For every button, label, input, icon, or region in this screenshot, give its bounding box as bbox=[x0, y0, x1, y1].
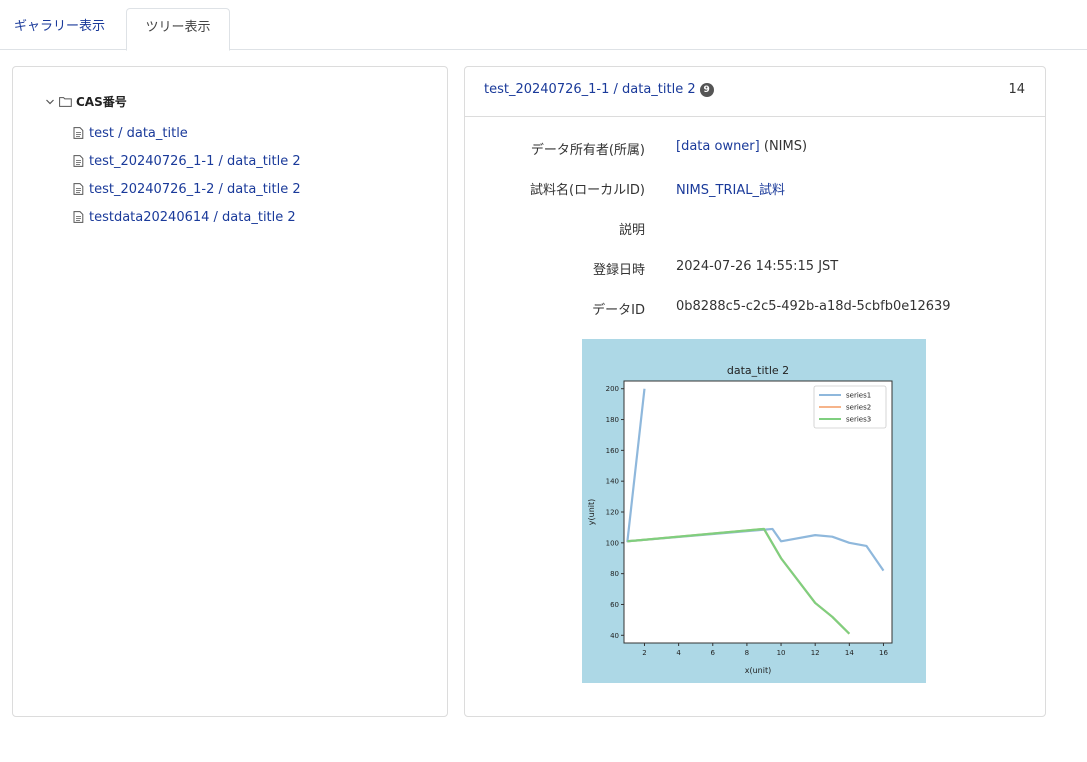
x-tick-label: 12 bbox=[811, 649, 820, 657]
owner-value: [data owner] (NIMS) bbox=[676, 139, 807, 154]
chart-title: data_title 2 bbox=[727, 364, 789, 377]
document-icon bbox=[73, 211, 84, 223]
dataid-label: データID bbox=[592, 303, 645, 318]
description-label: 説明 bbox=[618, 223, 645, 238]
x-tick-label: 6 bbox=[711, 649, 716, 657]
legend-label: series1 bbox=[846, 392, 871, 400]
tree-item-label: test_20240726_1-2 / data_title 2 bbox=[89, 181, 301, 197]
registered-value: 2024-07-26 14:55:15 JST bbox=[676, 259, 839, 274]
tree-item[interactable]: test / data_title bbox=[73, 119, 301, 147]
detail-panel: test_20240726_1-1 / data_title 2 9 14 デー… bbox=[464, 66, 1046, 717]
x-tick-label: 16 bbox=[879, 649, 888, 657]
y-tick-label: 120 bbox=[606, 509, 619, 517]
x-tick-label: 2 bbox=[642, 649, 646, 657]
tree-item-label: testdata20240614 / data_title 2 bbox=[89, 209, 296, 225]
x-tick-label: 4 bbox=[676, 649, 681, 657]
y-tick-label: 40 bbox=[610, 632, 619, 640]
sample-link[interactable]: NIMS_TRIAL_試料 bbox=[676, 183, 785, 198]
document-icon bbox=[73, 127, 84, 139]
folder-icon bbox=[59, 96, 72, 107]
x-tick-label: 10 bbox=[777, 649, 786, 657]
y-tick-label: 140 bbox=[606, 478, 619, 486]
tree-item[interactable]: test_20240726_1-1 / data_title 2 bbox=[73, 147, 301, 175]
tree-item[interactable]: testdata20240614 / data_title 2 bbox=[73, 203, 301, 231]
x-tick-label: 14 bbox=[845, 649, 854, 657]
legend-label: series2 bbox=[846, 404, 871, 412]
count-badge: 9 bbox=[699, 82, 714, 97]
document-icon bbox=[73, 155, 84, 167]
line-chart: data_title 2 x(unit) y(unit) 2 4 6 8 10 12 14 1… bbox=[587, 364, 893, 675]
description-row: 説明 bbox=[465, 219, 1045, 239]
detail-title-link[interactable]: test_20240726_1-1 / data_title 2 9 bbox=[484, 82, 714, 97]
owner-link[interactable]: [data owner] bbox=[676, 139, 760, 154]
tree-root-label: CAS番号 bbox=[76, 95, 127, 109]
x-tick-label: 8 bbox=[745, 649, 749, 657]
chevron-down-icon[interactable] bbox=[45, 97, 55, 107]
detail-header: test_20240726_1-1 / data_title 2 9 14 bbox=[465, 67, 1045, 117]
tab-tree[interactable]: ツリー表示 bbox=[126, 8, 230, 51]
y-tick-label: 80 bbox=[610, 570, 619, 578]
registered-label: 登録日時 bbox=[592, 263, 645, 278]
legend-label: series3 bbox=[846, 416, 871, 424]
tab-gallery[interactable]: ギャラリー表示 bbox=[0, 8, 119, 50]
tree-root[interactable]: CAS番号 bbox=[45, 93, 127, 110]
sample-label: 試料名(ローカルID) bbox=[530, 183, 645, 198]
y-tick-label: 180 bbox=[606, 416, 619, 424]
y-tick-label: 160 bbox=[606, 447, 619, 455]
y-tick-label: 100 bbox=[606, 539, 619, 547]
owner-affiliation: (NIMS) bbox=[759, 139, 808, 154]
sample-value: NIMS_TRIAL_試料 bbox=[676, 179, 785, 198]
tree-items: test / data_title test_20240726_1-1 / da… bbox=[73, 119, 301, 231]
y-axis-label: y(unit) bbox=[587, 499, 596, 525]
owner-row: データ所有者(所属) [data owner] (NIMS) bbox=[465, 139, 1045, 159]
chart-thumbnail[interactable]: data_title 2 x(unit) y(unit) 2 4 6 8 10 12 14 1… bbox=[582, 339, 926, 683]
detail-title: test_20240726_1-1 / data_title 2 bbox=[484, 82, 696, 97]
owner-label: データ所有者(所属) bbox=[530, 143, 645, 158]
sample-row: 試料名(ローカルID) NIMS_TRIAL_試料 bbox=[465, 179, 1045, 199]
y-tick-label: 200 bbox=[606, 385, 619, 393]
tree-item[interactable]: test_20240726_1-2 / data_title 2 bbox=[73, 175, 301, 203]
dataid-row: データID 0b8288c5-c2c5-492b-a18d-5cbfb0e126… bbox=[465, 299, 1045, 319]
dataid-value: 0b8288c5-c2c5-492b-a18d-5cbfb0e12639 bbox=[676, 299, 951, 314]
tree-item-label: test_20240726_1-1 / data_title 2 bbox=[89, 153, 301, 169]
tree-panel: CAS番号 test / data_title test_20240726_1-… bbox=[12, 66, 448, 717]
tree-item-label: test / data_title bbox=[89, 125, 188, 141]
y-tick-label: 60 bbox=[610, 601, 619, 609]
chart-legend: series1 series2 series3 bbox=[813, 385, 887, 429]
x-axis-label: x(unit) bbox=[745, 666, 771, 675]
detail-count: 14 bbox=[1008, 82, 1025, 97]
view-tabs: ギャラリー表示 ツリー表示 bbox=[0, 0, 1087, 51]
registered-row: 登録日時 2024-07-26 14:55:15 JST bbox=[465, 259, 1045, 279]
document-icon bbox=[73, 183, 84, 195]
